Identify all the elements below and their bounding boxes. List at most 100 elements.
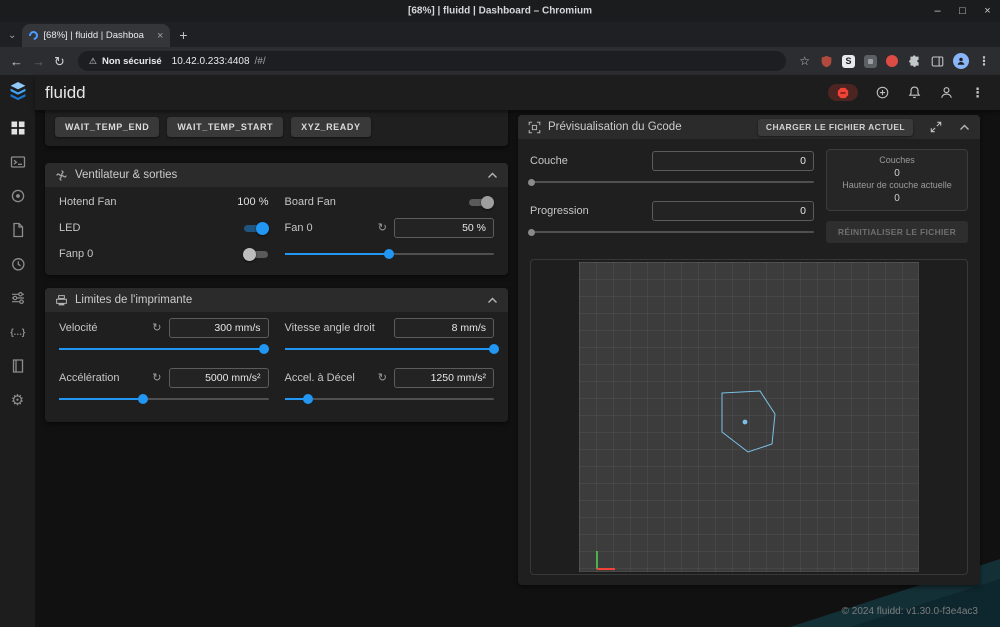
accel-to-decel-label: Accel. à Décel xyxy=(284,372,355,384)
side-panel-icon[interactable] xyxy=(930,54,944,68)
layer-input[interactable]: 0 xyxy=(652,151,814,171)
add-circle-icon[interactable] xyxy=(875,85,890,100)
accel-to-decel-reset-icon[interactable]: ↻ xyxy=(378,372,387,384)
accel-to-decel-slider[interactable] xyxy=(284,392,494,406)
layers-info-panel: Couches 0 Hauteur de couche actuelle 0 xyxy=(826,149,968,212)
tab-loading-spinner-icon xyxy=(27,29,41,42)
gcode-preview-viewport[interactable] xyxy=(530,259,968,576)
right-column: Prévisualisation du Gcode CHARGER LE FIC… xyxy=(518,110,980,586)
gcode-preview-icon xyxy=(528,121,541,134)
accel-reset-icon[interactable]: ↻ xyxy=(152,372,161,384)
sidebar-item-jobs[interactable] xyxy=(0,213,35,247)
collapse-chevron-icon[interactable] xyxy=(959,124,970,131)
fluidd-logo[interactable] xyxy=(8,82,28,101)
notifications-bell-icon[interactable] xyxy=(907,85,922,100)
screen: [68%] | fluidd | Dashboard – Chromium – … xyxy=(0,0,1000,627)
sidebar-item-settings[interactable]: ⚙ xyxy=(0,383,35,417)
extension-gray-icon[interactable] xyxy=(864,54,877,68)
profile-avatar[interactable] xyxy=(953,53,969,69)
accel-label: Accélération xyxy=(59,372,120,384)
gcode-card-header[interactable]: Prévisualisation du Gcode CHARGER LE FIC… xyxy=(518,115,980,139)
scv-control: Vitesse angle droit 8 mm/s xyxy=(284,316,499,356)
tab-close-icon[interactable]: × xyxy=(157,30,163,42)
app-title: fluidd xyxy=(45,82,86,102)
user-icon[interactable] xyxy=(939,85,954,100)
velocity-control: Velocité ↻ 300 mm/s xyxy=(59,316,270,356)
window-maximize-button[interactable]: □ xyxy=(956,5,969,17)
sidebar-item-camera[interactable] xyxy=(0,179,35,213)
security-warning-icon[interactable]: ⚠ xyxy=(89,56,97,67)
accel-input[interactable]: 5000 mm/s² xyxy=(168,368,269,388)
velocity-input[interactable]: 300 mm/s xyxy=(168,318,269,338)
sidebar-item-tune[interactable] xyxy=(0,281,35,315)
progress-input[interactable]: 0 xyxy=(652,201,814,221)
macro-button-wait-temp-end[interactable]: WAIT_TEMP_END xyxy=(55,117,160,137)
toolhead-position-dot xyxy=(742,419,748,425)
browser-tab[interactable]: [68%] | fluidd | Dashboa × xyxy=(22,24,171,47)
layer-value: 0 xyxy=(800,155,806,167)
sidebar-item-history[interactable] xyxy=(0,247,35,281)
extension-record-icon[interactable] xyxy=(886,55,898,67)
window-close-button[interactable]: × xyxy=(981,5,994,17)
load-current-file-button[interactable]: CHARGER LE FICHIER ACTUEL xyxy=(757,118,913,136)
fans-card: Ventilateur & sorties Hotend Fan 100 % B… xyxy=(45,163,508,275)
progress-slider[interactable] xyxy=(528,225,814,239)
fullscreen-expand-icon[interactable] xyxy=(930,121,942,133)
velocity-reset-icon[interactable]: ↻ xyxy=(152,322,161,334)
reset-file-button[interactable]: RÉINITIALISER LE FICHIER xyxy=(826,221,968,244)
tab-strip: ⌄ [68%] | fluidd | Dashboa × + xyxy=(0,22,1000,47)
collapse-chevron-icon[interactable] xyxy=(487,172,498,179)
hotend-fan-row: Hotend Fan 100 % xyxy=(59,189,269,215)
gcode-card-title: Prévisualisation du Gcode xyxy=(548,121,682,133)
accel-to-decel-input[interactable]: 1250 mm/s² xyxy=(394,368,494,388)
fanp0-label: Fanp 0 xyxy=(59,248,94,260)
sidebar-item-configure[interactable] xyxy=(0,349,35,383)
accel-slider[interactable] xyxy=(59,392,269,406)
layers-value: 0 xyxy=(894,167,900,179)
scv-value: 8 mm/s xyxy=(451,322,486,334)
window-minimize-button[interactable]: – xyxy=(931,5,944,17)
back-button[interactable]: ← xyxy=(10,55,23,68)
hotend-fan-value: 100 % xyxy=(237,196,269,208)
tab-title: [68%] | fluidd | Dashboa xyxy=(43,30,144,41)
tab-search-chevron-icon[interactable]: ⌄ xyxy=(8,30,16,41)
fanp0-row: Fanp 0 xyxy=(59,241,269,267)
fan0-slider[interactable] xyxy=(284,247,494,261)
sidebar-item-dashboard[interactable] xyxy=(0,111,35,145)
sidebar-item-console[interactable] xyxy=(0,145,35,179)
fan0-label: Fan 0 xyxy=(284,222,313,234)
forward-button[interactable]: → xyxy=(32,55,45,68)
printer-icon xyxy=(55,294,68,307)
led-toggle[interactable] xyxy=(243,221,269,235)
address-bar[interactable]: ⚠ Non sécurisé 10.42.0.233:4408 /#/ xyxy=(77,51,787,71)
scv-input[interactable]: 8 mm/s xyxy=(394,318,494,338)
fans-card-header[interactable]: Ventilateur & sorties xyxy=(45,163,508,187)
extension-s-icon[interactable]: S xyxy=(842,54,855,68)
fan0-input[interactable]: 50 % xyxy=(394,218,494,238)
emergency-stop-button[interactable] xyxy=(828,84,858,101)
scv-slider[interactable] xyxy=(284,342,499,356)
footer-version: © 2024 fluidd: v1.30.0-f3e4ac3 xyxy=(841,606,978,617)
macros-card: WAIT_TEMP_END WAIT_TEMP_START XYZ_READY xyxy=(45,110,508,146)
app-menu-kebab-icon[interactable]: ⋮ xyxy=(971,85,984,101)
layer-slider[interactable] xyxy=(528,175,814,189)
browser-menu-kebab-icon[interactable]: ⋮ xyxy=(978,55,990,67)
fan0-reset-icon[interactable]: ↻ xyxy=(378,222,387,234)
collapse-chevron-icon[interactable] xyxy=(487,297,498,304)
limits-card-header[interactable]: Limites de l'imprimante xyxy=(45,288,508,312)
macro-button-wait-temp-start[interactable]: WAIT_TEMP_START xyxy=(167,117,284,137)
new-tab-button[interactable]: + xyxy=(179,27,187,43)
adblock-shield-icon[interactable] xyxy=(819,54,833,68)
gcode-sliders: Couche 0 Progression 0 xyxy=(528,149,814,243)
accel-control: Accélération ↻ 5000 mm/s² xyxy=(59,366,269,406)
board-fan-toggle[interactable] xyxy=(468,195,494,209)
macro-button-xyz-ready[interactable]: XYZ_READY xyxy=(291,117,371,137)
fanp0-toggle[interactable] xyxy=(242,247,269,261)
reload-button[interactable]: ↻ xyxy=(54,55,65,68)
velocity-slider[interactable] xyxy=(59,342,270,356)
sidebar-item-macros[interactable]: {…} xyxy=(0,315,35,349)
fan0-slider-row xyxy=(284,241,494,267)
extensions-puzzle-icon[interactable] xyxy=(907,54,921,68)
security-label: Non sécurisé xyxy=(101,55,162,67)
bookmark-star-icon[interactable]: ☆ xyxy=(799,55,810,67)
